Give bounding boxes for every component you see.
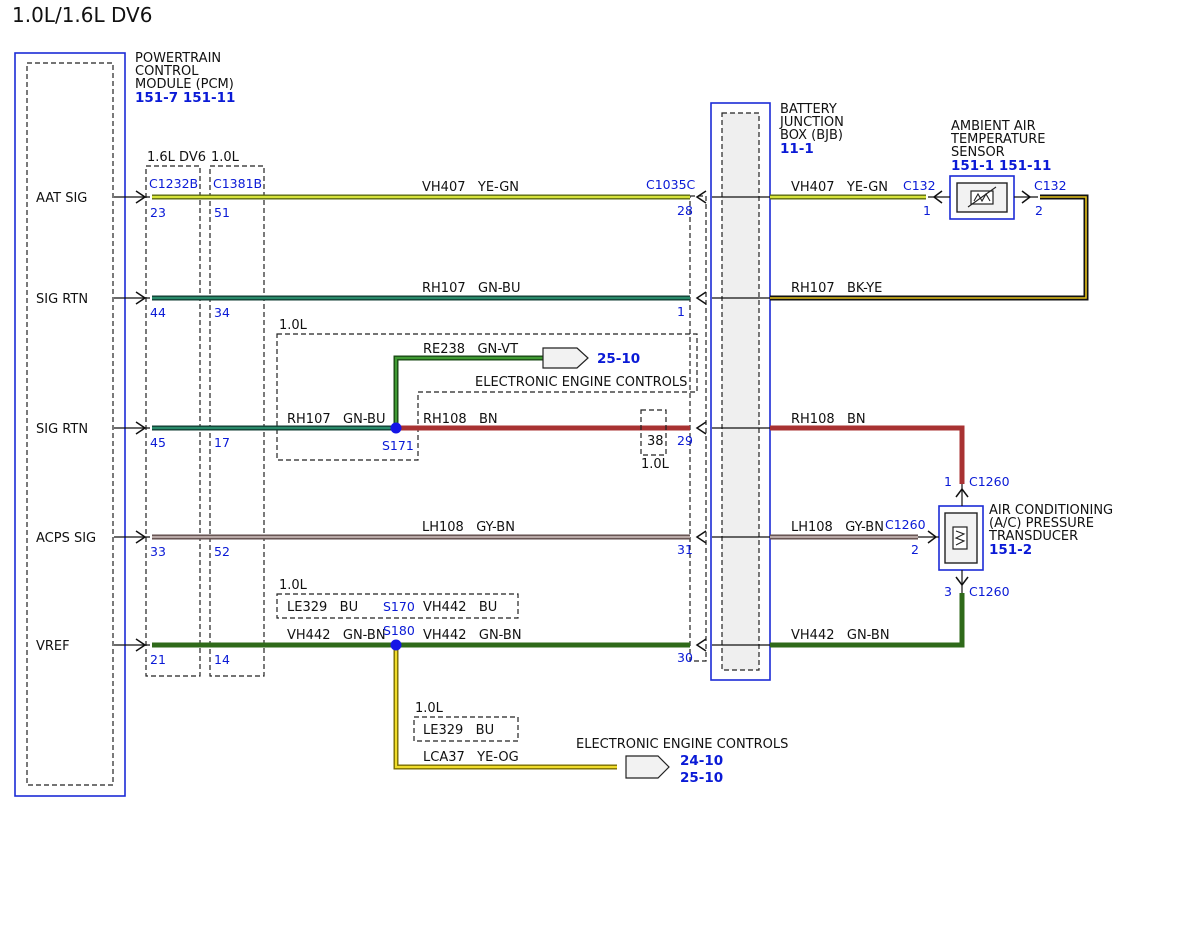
pcm-title: POWERTRAIN CONTROL MODULE (PCM) 151-7 15…: [135, 51, 235, 106]
pcm-pin-sig-rtn-2: SIG RTN: [36, 422, 88, 437]
c1232b-pin-23: 23: [150, 205, 166, 220]
splice-s171-icon[interactable]: [390, 422, 402, 434]
c1035c-pin-30: 30: [677, 650, 693, 665]
pcm-pin-vref: VREF: [36, 639, 70, 654]
connector-c132-left-label[interactable]: C132: [903, 178, 936, 193]
wire-rh108-label-right: RH108 BN: [791, 412, 866, 427]
connector-c1260-bottom-label[interactable]: C1260: [969, 584, 1010, 599]
diagram-title: 1.0L/1.6L DV6: [12, 3, 152, 27]
variant-box-3-wire-le329: LE329 BU: [423, 723, 494, 738]
c1232b-pin-44: 44: [150, 305, 166, 320]
wire-lh108-label-left: LH108 GY-BN: [422, 520, 515, 535]
variant-box-2-wire-le329: LE329 BU: [287, 600, 358, 615]
pcm-arrow-heads: [114, 190, 150, 652]
eec-bottom-connector-icon: [625, 755, 670, 779]
aat-sensor-title: AMBIENT AIR TEMPERATURE SENSOR 151-1 151…: [950, 119, 1051, 174]
pin-38-label: 38: [647, 434, 664, 449]
c1232b-pin-21: 21: [150, 652, 166, 667]
c132-left-pin-1: 1: [923, 203, 931, 218]
wire-rh107-label-left: RH107 GN-BU: [422, 281, 520, 296]
bjb-arrow-heads: [695, 190, 707, 652]
wire-re238-label: RE238 GN-VT: [423, 342, 518, 357]
aat-sensor-page-refs[interactable]: 151-1 151-11: [951, 158, 1051, 174]
eec-top-page-ref[interactable]: 25-10: [597, 351, 640, 367]
connector-c1232b-box: [145, 165, 201, 677]
wire-vh407-label-right: VH407 YE-GN: [791, 180, 888, 195]
acp-transducer[interactable]: [938, 505, 984, 571]
c1232b-pin-33: 33: [150, 544, 166, 559]
bjb-module[interactable]: [710, 102, 771, 681]
wire-vh442-label-b: VH442 GN-BN: [423, 628, 522, 643]
connector-c132-right-label[interactable]: C132: [1034, 178, 1067, 193]
eec-top-connector-icon: [542, 347, 589, 369]
connector-c1260-top-label[interactable]: C1260: [969, 474, 1010, 489]
c1232b-variant-label: 1.6L DV6: [147, 150, 206, 165]
eec-bottom-page-ref-b[interactable]: 25-10: [680, 770, 723, 786]
wire-rh107-label-mid: RH107 GN-BU: [287, 412, 385, 427]
eec-top-label: ELECTRONIC ENGINE CONTROLS: [475, 375, 687, 390]
splice-s180-label: S180: [383, 623, 415, 638]
wire-vh442-label-a: VH442 GN-BN: [287, 628, 386, 643]
pcm-page-refs[interactable]: 151-7 151-11: [135, 90, 235, 106]
pcm-pin-acps-sig: ACPS SIG: [36, 531, 96, 546]
pin-38-variant-label: 1.0L: [641, 457, 670, 472]
acp-page-ref[interactable]: 151-2: [989, 542, 1032, 558]
pcm-pin-sig-rtn-1: SIG RTN: [36, 292, 88, 307]
bjb-page-ref[interactable]: 11-1: [780, 141, 814, 157]
wire-lca37-label: LCA37 YE-OG: [423, 750, 519, 765]
pcm-pin-aat-sig: AAT SIG: [36, 191, 87, 206]
acp-transducer-title: AIR CONDITIONING (A/C) PRESSURE TRANSDUC…: [988, 503, 1113, 558]
c1260-pin-1: 1: [944, 474, 952, 489]
c1381b-pin-14: 14: [214, 652, 230, 667]
connector-c1381b-box: [209, 165, 265, 677]
c1035c-pin-1: 1: [677, 304, 685, 319]
variant-box-2-wire-vh442: VH442 BU: [423, 600, 497, 615]
splice-s180-icon[interactable]: [390, 639, 402, 651]
c1381b-pin-34: 34: [214, 305, 230, 320]
wiring-diagram: 1.0L/1.6L DV6 POWERTRAIN CONTROL MODULE …: [12, 3, 1113, 797]
splice-s171-label: S171: [382, 438, 414, 453]
c1381b-pin-51: 51: [214, 205, 230, 220]
c1381b-pin-52: 52: [214, 544, 230, 559]
variant-box-3-label: 1.0L: [415, 701, 444, 716]
wire-vh407-label-left: VH407 YE-GN: [422, 180, 519, 195]
c1035c-pin-31: 31: [677, 542, 693, 557]
c1035c-pin-28: 28: [677, 203, 693, 218]
eec-bottom-label: ELECTRONIC ENGINE CONTROLS: [576, 737, 788, 752]
c1260-pin-3: 3: [944, 584, 952, 599]
variant-box-1-label: 1.0L: [279, 318, 308, 333]
wire-rh107-label-right: RH107 BK-YE: [791, 281, 882, 296]
wire-lh108-label-right: LH108 GY-BN: [791, 520, 884, 535]
c1381b-pin-17: 17: [214, 435, 230, 450]
wire-vh442-label-right: VH442 GN-BN: [791, 628, 890, 643]
c1232b-pin-45: 45: [150, 435, 166, 450]
c1381b-variant-label: 1.0L: [211, 150, 240, 165]
eec-bottom-page-ref-a[interactable]: 24-10: [680, 753, 723, 769]
c132-right-pin-2: 2: [1035, 203, 1043, 218]
variant-box-2-label: 1.0L: [279, 578, 308, 593]
connector-c1260-mid-label[interactable]: C1260: [885, 517, 926, 532]
connector-c1035c-label[interactable]: C1035C: [646, 177, 696, 192]
connector-c1381b-label[interactable]: C1381B: [213, 176, 262, 191]
bjb-title: BATTERY JUNCTION BOX (BJB) 11-1: [779, 102, 844, 157]
c1260-pin-2: 2: [911, 542, 919, 557]
connector-c1232b-label[interactable]: C1232B: [149, 176, 198, 191]
aat-sensor[interactable]: [949, 175, 1015, 220]
c1035c-pin-29: 29: [677, 433, 693, 448]
splice-s170-label: S170: [383, 599, 415, 614]
wire-rh108-label-left: RH108 BN: [423, 412, 498, 427]
